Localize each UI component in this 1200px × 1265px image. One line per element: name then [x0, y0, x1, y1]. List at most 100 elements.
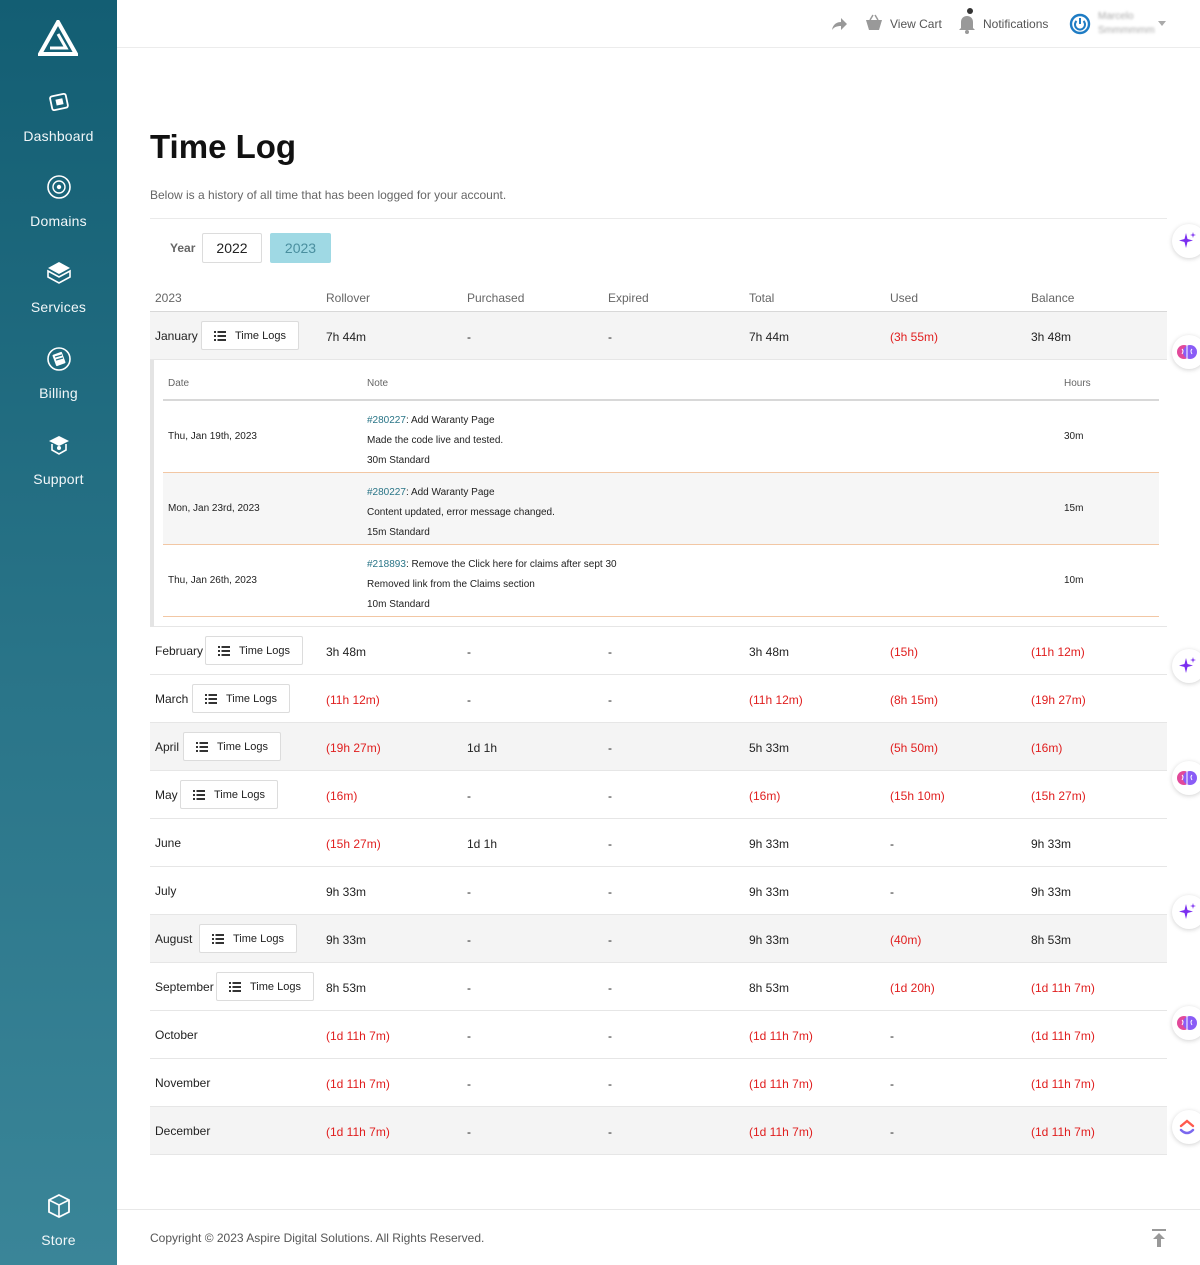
brain-widget[interactable]	[1172, 335, 1200, 369]
logo-icon[interactable]	[38, 20, 78, 56]
entry-note: #280227: Add Waranty Page Content updated…	[367, 483, 555, 543]
ticket-link[interactable]: #280227	[367, 487, 406, 498]
entry-type: 15m Standard	[367, 527, 430, 538]
purchased-cell: 1d 1h	[467, 741, 498, 755]
share-icon[interactable]	[830, 15, 848, 33]
total-cell: 3h 48m	[749, 645, 790, 659]
rollover-cell: (1d 11h 7m)	[326, 1125, 390, 1139]
time-logs-button[interactable]: Time Logs	[180, 780, 278, 809]
time-logs-button[interactable]: Time Logs	[192, 684, 290, 713]
total-cell: (16m)	[749, 789, 781, 803]
ai-sparkle-widget[interactable]	[1172, 649, 1200, 683]
expired-cell: -	[608, 981, 612, 995]
sidebar-item-services[interactable]: Services	[0, 259, 117, 315]
total-cell: (1d 11h 7m)	[749, 1125, 813, 1139]
entry-date: Thu, Jan 26th, 2023	[168, 575, 257, 586]
column-header: Expired	[608, 291, 649, 305]
purchased-cell: -	[467, 981, 471, 995]
rollover-cell: 9h 33m	[326, 885, 367, 899]
time-logs-label: Time Logs	[235, 329, 286, 342]
time-logs-button[interactable]: Time Logs	[183, 732, 281, 761]
month-cell: March	[155, 692, 189, 706]
list-icon	[229, 981, 241, 992]
used-cell: (8h 15m)	[890, 693, 939, 707]
balance-cell: 8h 53m	[1031, 933, 1072, 947]
purchased-cell: -	[467, 645, 471, 659]
month-cell: January	[155, 329, 198, 343]
sidebar-item-dashboard[interactable]: Dashboard	[0, 88, 117, 144]
ticket-link[interactable]: #218893	[367, 559, 406, 570]
detail-accent-bar	[150, 360, 154, 627]
footer-divider	[117, 1209, 1200, 1210]
chevron-down-icon[interactable]	[1158, 19, 1166, 27]
entry-title-line: #280227: Add Waranty Page	[367, 483, 555, 503]
billing-icon	[46, 347, 71, 371]
year-button-2023[interactable]: 2023	[270, 233, 331, 263]
user-menu[interactable]: Marcelo Smmmmmm	[1098, 10, 1155, 38]
power-icon[interactable]	[1069, 13, 1091, 35]
back-to-top-icon[interactable]	[1152, 1229, 1166, 1247]
copyright: Copyright © 2023 Aspire Digital Solution…	[150, 1231, 485, 1245]
view-cart-link[interactable]: View Cart	[890, 17, 942, 31]
brain-widget[interactable]	[1172, 1006, 1200, 1040]
expired-cell: -	[608, 1077, 612, 1091]
brain-icon	[1177, 345, 1197, 359]
table-body: January Time Logs 7h 44m - - 7h 44m (3h 55m) 3h…	[150, 312, 1167, 1155]
balance-cell: (1d 11h 7m)	[1031, 1125, 1095, 1139]
detail-row: Thu, Jan 19th, 2023 #280227: Add Waranty …	[163, 401, 1159, 473]
rollover-cell: 9h 33m	[326, 933, 367, 947]
month-cell: December	[155, 1124, 211, 1138]
time-logs-button[interactable]: Time Logs	[201, 321, 299, 350]
notifications-link[interactable]: Notifications	[983, 17, 1048, 31]
entry-hours: 15m	[1064, 503, 1084, 514]
time-logs-button[interactable]: Time Logs	[205, 636, 303, 665]
bell-icon[interactable]	[958, 8, 976, 34]
sidebar: Dashboard Domains Services Billing Suppo…	[0, 0, 117, 1265]
entry-hours: 30m	[1064, 431, 1084, 442]
total-cell: 8h 53m	[749, 981, 790, 995]
column-header: Purchased	[467, 291, 525, 305]
purchased-cell: -	[467, 1029, 471, 1043]
time-logs-label: Time Logs	[226, 692, 277, 705]
sidebar-item-label: Billing	[39, 385, 78, 401]
time-logs-label: Time Logs	[214, 788, 265, 801]
clickup-widget[interactable]	[1172, 1110, 1200, 1144]
expired-cell: -	[608, 933, 612, 947]
user-name: Marcelo	[1098, 11, 1134, 22]
brain-widget[interactable]	[1172, 761, 1200, 795]
sidebar-item-store[interactable]: Store	[0, 1192, 117, 1248]
sidebar-item-label: Store	[41, 1232, 76, 1248]
year-button-2022[interactable]: 2022	[202, 233, 262, 263]
ticket-link[interactable]: #280227	[367, 415, 406, 426]
used-cell: -	[890, 885, 894, 899]
table-row: March Time Logs (11h 12m) - - (11h 12m) (8h 15…	[150, 675, 1167, 723]
balance-cell: (15h 27m)	[1031, 789, 1086, 803]
column-header: Hours	[1064, 378, 1091, 389]
detail-row: Mon, Jan 23rd, 2023 #280227: Add Waranty …	[163, 473, 1159, 545]
sidebar-item-billing[interactable]: Billing	[0, 345, 117, 401]
total-cell: 9h 33m	[749, 837, 790, 851]
time-logs-button[interactable]: Time Logs	[216, 972, 314, 1001]
balance-cell: (16m)	[1031, 741, 1063, 755]
month-cell: June	[155, 836, 182, 850]
ticket-title: : Add Waranty Page	[405, 487, 495, 498]
sparkle-icon	[1179, 657, 1196, 673]
ai-sparkle-widget[interactable]	[1172, 895, 1200, 929]
sidebar-item-label: Services	[30, 299, 87, 315]
ai-sparkle-widget[interactable]	[1172, 224, 1200, 258]
table-row: April Time Logs (19h 27m) 1d 1h - 5h 33m (5h 5…	[150, 723, 1167, 771]
expired-cell: -	[608, 645, 612, 659]
time-logs-button[interactable]: Time Logs	[199, 924, 297, 953]
sparkle-icon	[1179, 232, 1196, 248]
month-cell: September	[155, 980, 214, 994]
cart-icon[interactable]	[865, 14, 883, 32]
divider	[150, 218, 1167, 219]
table-row: October (1d 11h 7m) - - (1d 11h 7m) - (1d 11h …	[150, 1011, 1167, 1059]
month-cell: November	[155, 1076, 211, 1090]
sidebar-item-domains[interactable]: Domains	[0, 173, 117, 229]
used-cell: (5h 50m)	[890, 741, 939, 755]
column-header: Used	[890, 291, 919, 305]
sidebar-item-support[interactable]: Support	[0, 431, 117, 487]
entry-description: Removed link from the Claims section	[367, 579, 535, 590]
column-header: Total	[749, 291, 775, 305]
